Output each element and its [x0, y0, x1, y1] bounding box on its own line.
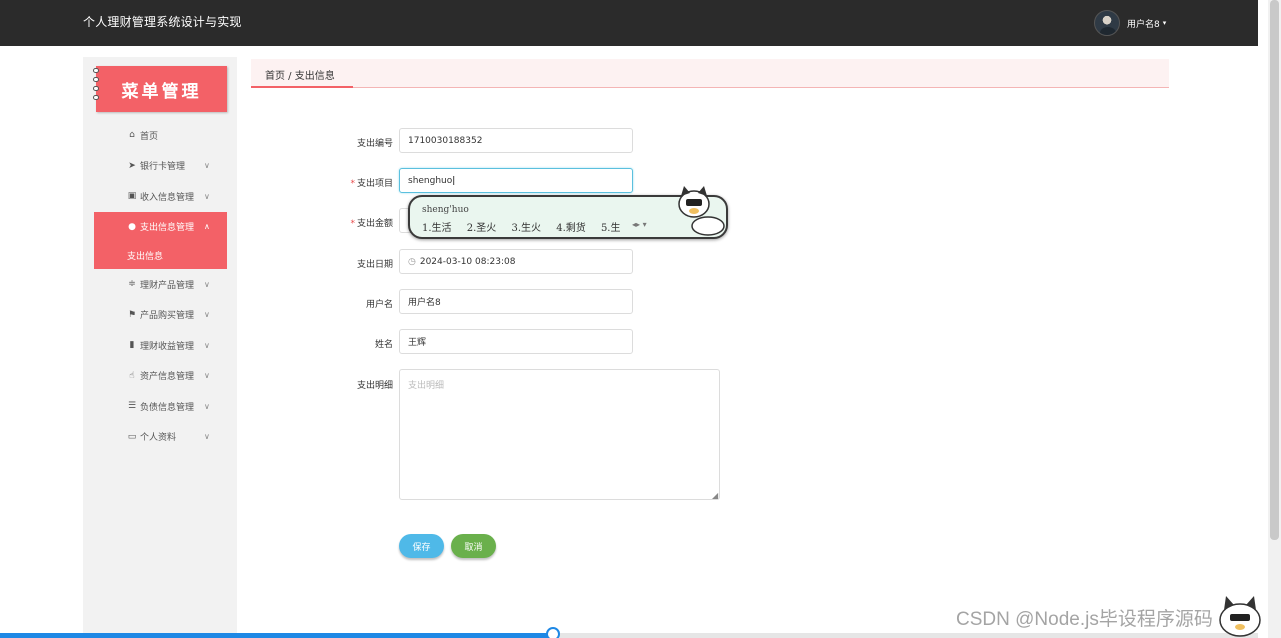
chevron-down-icon: ∨: [204, 401, 210, 411]
ime-candidate[interactable]: 2.圣火: [467, 223, 497, 234]
expense-date-field[interactable]: ◷ 2024-03-10 08:23:08: [399, 249, 633, 274]
sidebar-item-expense[interactable]: ● 支出信息管理 ∧: [94, 211, 227, 242]
required-mark: *: [350, 179, 355, 189]
expense-item-value: shenghuo: [408, 175, 453, 186]
avatar[interactable]: [1094, 10, 1120, 36]
username-field[interactable]: 用户名8: [399, 289, 633, 314]
user-icon: ●: [128, 221, 136, 232]
chevron-up-icon: ∧: [204, 222, 210, 232]
expense-no-value: 1710030188352: [408, 135, 483, 146]
user-menu[interactable]: 用户名8 ▾: [1094, 9, 1166, 37]
ime-pinyin: sheng'huo: [422, 205, 469, 215]
expense-item-field[interactable]: shenghuo |: [399, 168, 633, 193]
ime-candidate-list: 1.生活 2.圣火 3.生火 4.剩货 5.生: [422, 219, 630, 234]
sidebar-subitem-expense-info[interactable]: 支出信息: [94, 242, 227, 269]
required-mark: *: [350, 219, 355, 229]
watermark: CSDN @Node.js毕设程序源码: [956, 609, 1213, 630]
seek-handle[interactable]: [546, 627, 560, 638]
sidebar-item-purchases[interactable]: ⚑ 产品购买管理 ∨: [94, 300, 227, 331]
chevron-down-icon: ∨: [204, 191, 210, 201]
sidebar-item-label: 理财产品管理: [140, 280, 195, 291]
cartoon-cat-icon: [678, 186, 725, 236]
expense-amount-label: * 支出金额: [313, 216, 393, 229]
clipboard-icon: ▣: [127, 191, 137, 202]
sidebar-item-bank-card[interactable]: ➤ 银行卡管理 ∨: [94, 151, 227, 182]
ime-candidate[interactable]: 3.生火: [511, 223, 541, 234]
list-icon: ☰: [127, 401, 137, 412]
expense-no-label: 支出编号: [356, 139, 393, 149]
bar-chart-icon: ▮: [129, 340, 135, 351]
chevron-down-icon: ∨: [204, 340, 210, 350]
expense-amount-label-text: 支出金额: [356, 219, 393, 229]
sidebar-item-assets[interactable]: ☝ 资产信息管理 ∨: [94, 361, 227, 392]
sidebar-item-income[interactable]: ▣ 收入信息管理 ∨: [94, 181, 227, 212]
name-value: 王辉: [408, 338, 427, 348]
text-cursor: |: [452, 175, 456, 186]
home-icon: ⌂: [129, 130, 135, 141]
sidebar-item-label: 收入信息管理: [140, 192, 195, 203]
sidebar-item-profile[interactable]: ▭ 个人资料 ∨: [94, 422, 227, 453]
sidebar-item-label: 个人资料: [140, 433, 177, 444]
sidebar-item-products[interactable]: ≑ 理财产品管理 ∨: [94, 269, 227, 300]
username-value: 用户名8: [408, 298, 441, 308]
send-icon: ➤: [128, 160, 136, 171]
seek-progress: [0, 633, 553, 638]
card-icon: ▭: [127, 431, 137, 442]
expense-date-label: 支出日期: [356, 260, 393, 270]
breadcrumb-bar: [251, 59, 1169, 88]
ime-candidate[interactable]: 1.生活: [422, 223, 452, 234]
sidebar-item-label: 理财收益管理: [140, 341, 195, 352]
sidebar-menu: ⌂ 首页 ➤ 银行卡管理 ∨ ▣ 收入信息管理 ∨ ● 支出信息管理 ∧ 支出信…: [94, 120, 227, 452]
notebook-spiral-icon: [93, 66, 99, 112]
resize-grip-icon[interactable]: ◢: [712, 491, 718, 500]
chevron-down-icon: ∨: [204, 432, 210, 442]
breadcrumb-active-underline: [251, 86, 353, 88]
menu-logo: 菜单管理: [96, 66, 227, 112]
ime-candidate[interactable]: 5.生: [601, 223, 621, 234]
breadcrumb[interactable]: 首页 / 支出信息: [265, 67, 335, 82]
expense-item-label: * 支出项目: [313, 176, 393, 189]
clock-icon: ◷: [408, 256, 416, 267]
app-window: 个人理财管理系统设计与实现 用户名8 ▾ 菜单管理 ⌂ 首页 ➤ 银行卡管理 ∨…: [0, 0, 1281, 638]
username-label: 用户名8: [1127, 19, 1160, 30]
sidebar-item-label: 负债信息管理: [140, 402, 195, 413]
sidebar-item-home[interactable]: ⌂ 首页: [94, 120, 227, 151]
scrollbar-thumb[interactable]: [1270, 0, 1279, 540]
save-button[interactable]: 保存: [399, 534, 444, 558]
ime-candidate[interactable]: 4.剩货: [556, 223, 586, 234]
sidebar-item-label: 支出信息管理: [140, 223, 195, 234]
expense-detail-placeholder: 支出明细: [408, 381, 445, 391]
expense-item-label-text: 支出项目: [356, 179, 393, 189]
sidebar-item-label: 产品购买管理: [140, 311, 195, 322]
menu-logo-text: 菜单管理: [121, 81, 202, 102]
expense-no-field[interactable]: 1710030188352: [399, 128, 633, 153]
name-label: 姓名: [374, 340, 393, 350]
cancel-button[interactable]: 取消: [451, 534, 496, 558]
sidebar-item-earnings[interactable]: ▮ 理财收益管理 ∨: [94, 330, 227, 361]
chevron-down-icon: ∨: [204, 279, 210, 289]
sidebar-item-label: 银行卡管理: [140, 162, 186, 173]
name-field[interactable]: 王辉: [399, 329, 633, 354]
sidebar-item-liabilities[interactable]: ☰ 负债信息管理 ∨: [94, 391, 227, 422]
sliders-icon: ≑: [128, 279, 136, 290]
flag-icon: ⚑: [127, 309, 137, 320]
chevron-down-icon: ∨: [204, 310, 210, 320]
sidebar-item-label: 首页: [140, 131, 159, 142]
expense-detail-textarea[interactable]: 支出明细: [399, 369, 720, 500]
username-label: 用户名: [365, 300, 393, 310]
chevron-down-icon: ∨: [204, 371, 210, 381]
sidebar-item-label: 资产信息管理: [140, 372, 195, 383]
ime-page-arrows-icon[interactable]: ◂▸ ▾: [632, 220, 647, 229]
cartoon-cat-icon: [1219, 596, 1261, 637]
thumbs-up-icon: ☝: [129, 370, 135, 381]
expense-detail-label: 支出明细: [356, 381, 393, 391]
caret-down-icon: ▾: [1162, 19, 1167, 27]
app-title: 个人理财管理系统设计与实现: [83, 15, 242, 29]
chevron-down-icon: ∨: [204, 161, 210, 171]
expense-date-value: 2024-03-10 08:23:08: [419, 256, 516, 267]
